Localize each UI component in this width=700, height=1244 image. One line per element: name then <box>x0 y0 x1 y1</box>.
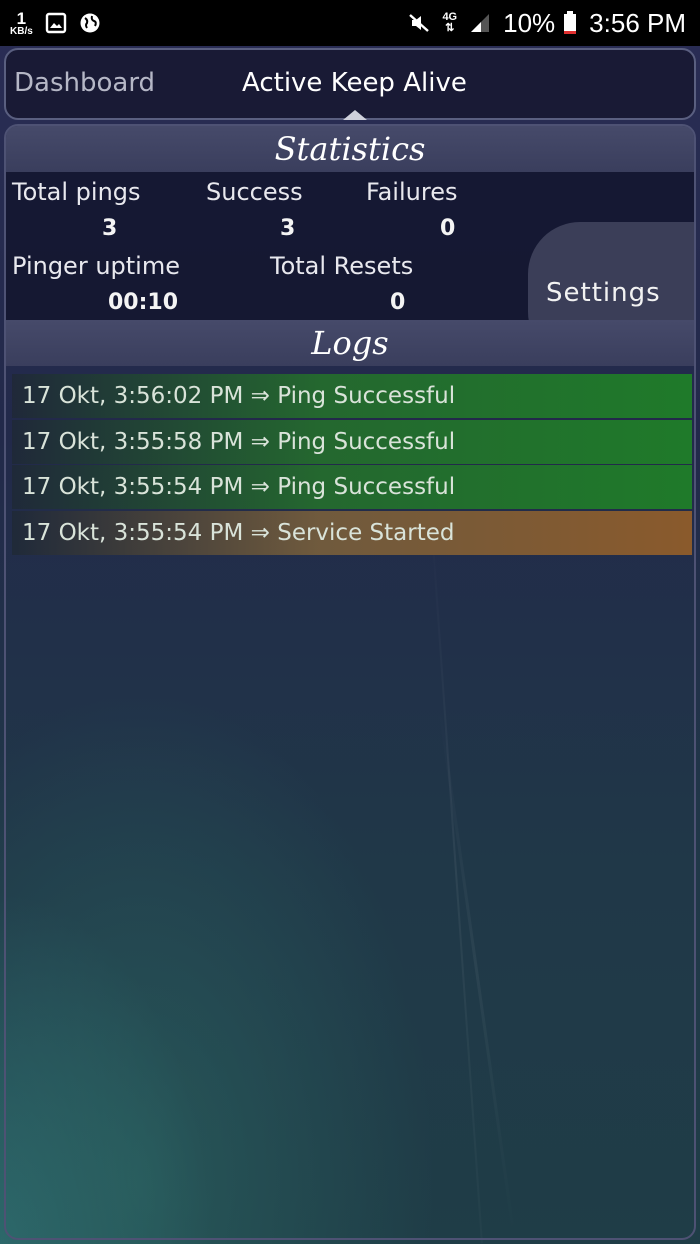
total-resets-value: 0 <box>390 290 406 315</box>
globe-icon <box>80 13 100 33</box>
statistics-header: Statistics <box>6 126 694 172</box>
statistics-area: Total pings 3 Success 3 Failures 0 Pinge… <box>6 172 694 364</box>
pinger-uptime-label: Pinger uptime <box>12 252 180 280</box>
total-resets-label: Total Resets <box>270 252 414 280</box>
speed-unit: KB/s <box>10 25 33 37</box>
image-icon <box>45 12 66 34</box>
mute-icon <box>409 14 430 32</box>
log-entry: 17 Okt, 3:55:54 PM ⇒ Service Started <box>12 510 692 555</box>
main-panel: Statistics Total pings 3 Success 3 Failu… <box>4 124 696 1240</box>
active-tab-indicator <box>343 110 367 120</box>
signal-icon <box>471 14 490 32</box>
log-entry: 17 Okt, 3:55:58 PM ⇒ Ping Successful <box>12 419 692 464</box>
battery-percent: 10% <box>503 7 556 38</box>
tab-dashboard[interactable]: Dashboard <box>14 68 155 98</box>
tab-active-keep-alive[interactable]: Active Keep Alive <box>242 68 467 98</box>
tab-bar: Dashboard Active Keep Alive <box>4 48 696 120</box>
network-type: 4G ⇅ <box>442 11 458 34</box>
failures-value: 0 <box>440 216 456 241</box>
success-value: 3 <box>280 216 296 241</box>
network-speed: 1 KB/s <box>10 10 33 37</box>
success-label: Success <box>206 178 303 206</box>
clock: 3:56 PM <box>589 7 686 38</box>
total-pings-label: Total pings <box>12 178 141 206</box>
total-pings-value: 3 <box>102 216 118 241</box>
pinger-uptime-value: 00:10 <box>108 290 179 315</box>
log-entry: 17 Okt, 3:55:54 PM ⇒ Ping Successful <box>12 465 692 509</box>
status-bar: 1 KB/s 4G ⇅ 10% 3:56 PM <box>0 0 700 46</box>
logs-header: Logs <box>6 320 694 366</box>
battery-icon <box>564 11 577 34</box>
speed-value: 1 <box>16 8 27 28</box>
log-entry: 17 Okt, 3:56:02 PM ⇒ Ping Successful <box>12 374 692 418</box>
data-arrows-icon: ⇅ <box>445 22 455 34</box>
logs-list: 17 Okt, 3:56:02 PM ⇒ Ping Successful 17 … <box>12 374 692 556</box>
failures-label: Failures <box>366 178 458 206</box>
